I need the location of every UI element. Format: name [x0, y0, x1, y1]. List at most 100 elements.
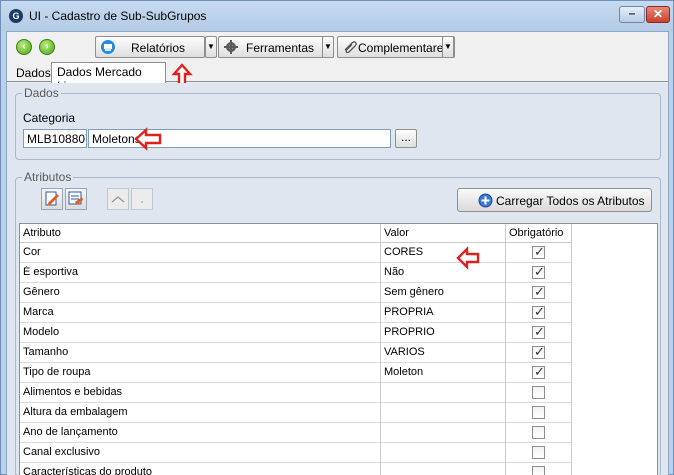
tab-strip: Dados Dados Mercado Livre: [7, 62, 668, 93]
checkmark-icon: ✓: [534, 364, 545, 379]
dot-icon: [141, 201, 143, 203]
table-row[interactable]: Modelo PROPRIO ✓: [20, 323, 572, 343]
cell-atributo[interactable]: Canal exclusivo: [20, 446, 380, 458]
obrigatorio-checkbox[interactable]: ✓: [532, 304, 545, 319]
complementares-label: Complementares: [358, 41, 450, 55]
cell-atributo[interactable]: Alimentos e bebidas: [20, 386, 380, 398]
carregar-todos-atributos-button[interactable]: Carregar Todos os Atributos: [457, 188, 652, 212]
categoria-browse-button[interactable]: ...: [395, 129, 417, 148]
obrigatorio-checkbox[interactable]: [532, 386, 545, 399]
cell-atributo[interactable]: Altura da embalagem: [20, 406, 380, 418]
close-button[interactable]: ✕: [646, 6, 670, 23]
edit-attribute-button[interactable]: [41, 188, 63, 210]
obrigatorio-checkbox[interactable]: ✓: [532, 284, 545, 299]
obrigatorio-checkbox[interactable]: [532, 426, 545, 439]
column-divider: [571, 224, 572, 475]
categoria-label: Categoria: [23, 111, 76, 125]
expand-button[interactable]: [131, 188, 153, 210]
cell-valor[interactable]: Não: [381, 266, 505, 278]
minimize-button[interactable]: –: [619, 6, 645, 23]
table-row[interactable]: Alimentos e bebidas: [20, 383, 572, 403]
carregar-todos-atributos-label: Carregar Todos os Atributos: [496, 194, 645, 208]
atributos-grid: Atributo Valor Obrigatório Cor CORES ✓ É es…: [19, 223, 658, 475]
ferramentas-dropdown-button[interactable]: ▼: [322, 36, 334, 58]
relatorios-label: Relatórios: [131, 41, 186, 55]
atributos-group: Atributos Carregar Todos os Atributos At…: [15, 170, 661, 475]
annotation-arrow-left-icon: [456, 246, 480, 270]
window-title: UI - Cadastro de Sub-SubGrupos: [29, 9, 207, 23]
cell-valor[interactable]: PROPRIA: [381, 306, 505, 318]
checkmark-icon: ✓: [534, 264, 545, 279]
arrow-left-circle-icon: ‹: [22, 41, 26, 52]
annotation-arrow-left-icon: [134, 127, 162, 151]
cell-atributo[interactable]: Tamanho: [20, 346, 380, 358]
table-row[interactable]: Ano de lançamento: [20, 423, 572, 443]
tab-dados[interactable]: Dados: [11, 64, 56, 83]
chevron-down-icon: ▼: [207, 42, 215, 51]
application-window: G UI - Cadastro de Sub-SubGrupos – ✕ ‹ ›…: [0, 0, 674, 475]
obrigatorio-checkbox[interactable]: ✓: [532, 364, 545, 379]
tab-dados-mercado-livre[interactable]: Dados Mercado Livre: [51, 62, 166, 93]
table-row[interactable]: Canal exclusivo: [20, 443, 572, 463]
cell-atributo[interactable]: Ano de lançamento: [20, 426, 380, 438]
obrigatorio-checkbox[interactable]: ✓: [532, 324, 545, 339]
categoria-code-field[interactable]: MLB108807: [23, 129, 87, 148]
chevron-down-icon: ▼: [444, 42, 452, 51]
attribute-values-button[interactable]: [65, 188, 87, 210]
cell-atributo[interactable]: Modelo: [20, 326, 380, 338]
table-row[interactable]: É esportiva Não ✓: [20, 263, 572, 283]
app-logo-icon: G: [9, 9, 23, 23]
cell-atributo[interactable]: Marca: [20, 306, 380, 318]
table-row[interactable]: Marca PROPRIA ✓: [20, 303, 572, 323]
obrigatorio-checkbox[interactable]: [532, 466, 545, 475]
complementares-button[interactable]: Complementares: [337, 36, 455, 58]
table-row[interactable]: Tipo de roupa Moleton ✓: [20, 363, 572, 383]
form-list-icon: [68, 191, 83, 205]
cell-atributo[interactable]: Gênero: [20, 286, 380, 298]
table-row[interactable]: Cor CORES ✓: [20, 243, 572, 263]
table-row[interactable]: Altura da embalagem: [20, 403, 572, 423]
table-row[interactable]: Gênero Sem gênero ✓: [20, 283, 572, 303]
back-button[interactable]: ‹: [16, 39, 32, 55]
chevron-up-icon: [111, 196, 125, 203]
cell-atributo[interactable]: Cor: [20, 246, 380, 258]
obrigatorio-checkbox[interactable]: [532, 406, 545, 419]
checkmark-icon: ✓: [534, 304, 545, 319]
relatorios-button[interactable]: Relatórios: [95, 36, 205, 58]
column-header-obrigatorio[interactable]: Obrigatório: [506, 227, 572, 239]
ferramentas-button[interactable]: Ferramentas: [218, 36, 334, 58]
cell-atributo[interactable]: Tipo de roupa: [20, 366, 380, 378]
cell-valor[interactable]: PROPRIO: [381, 326, 505, 338]
cell-atributo[interactable]: É esportiva: [20, 266, 380, 278]
column-divider: [505, 224, 506, 475]
paperclip-icon: [344, 41, 357, 54]
cell-valor[interactable]: Sem gênero: [381, 286, 505, 298]
complementares-dropdown-button[interactable]: ▼: [442, 36, 454, 58]
obrigatorio-checkbox[interactable]: ✓: [532, 344, 545, 359]
cell-valor[interactable]: Moleton: [381, 366, 505, 378]
cell-atributo[interactable]: Características do produto: [20, 466, 380, 475]
window-client-area: ‹ › Relatórios ▼ Ferramentas ▼ Complemen…: [6, 31, 669, 475]
column-header-atributo[interactable]: Atributo: [20, 227, 380, 239]
ferramentas-label: Ferramentas: [246, 41, 315, 55]
forward-button[interactable]: ›: [39, 39, 55, 55]
dados-group: Dados Categoria MLB108807 Moletons ...: [15, 86, 661, 160]
title-bar[interactable]: G UI - Cadastro de Sub-SubGrupos – ✕: [1, 1, 673, 31]
cell-valor[interactable]: CORES: [381, 246, 505, 258]
relatorios-dropdown-button[interactable]: ▼: [205, 36, 217, 58]
checkmark-icon: ✓: [534, 284, 545, 299]
chevron-down-icon: ▼: [324, 42, 332, 51]
collapse-button[interactable]: [107, 188, 129, 210]
printer-icon: [101, 40, 115, 54]
table-row[interactable]: Características do produto: [20, 463, 572, 475]
gear-icon: [224, 40, 238, 54]
column-header-valor[interactable]: Valor: [381, 227, 506, 239]
obrigatorio-checkbox[interactable]: [532, 446, 545, 459]
obrigatorio-checkbox[interactable]: ✓: [532, 244, 545, 259]
pencil-edit-icon: [45, 191, 59, 206]
grid-header: Atributo Valor Obrigatório: [20, 224, 572, 243]
table-row[interactable]: Tamanho VARIOS ✓: [20, 343, 572, 363]
obrigatorio-checkbox[interactable]: ✓: [532, 264, 545, 279]
dados-group-legend: Dados: [22, 86, 61, 100]
cell-valor[interactable]: VARIOS: [381, 346, 505, 358]
